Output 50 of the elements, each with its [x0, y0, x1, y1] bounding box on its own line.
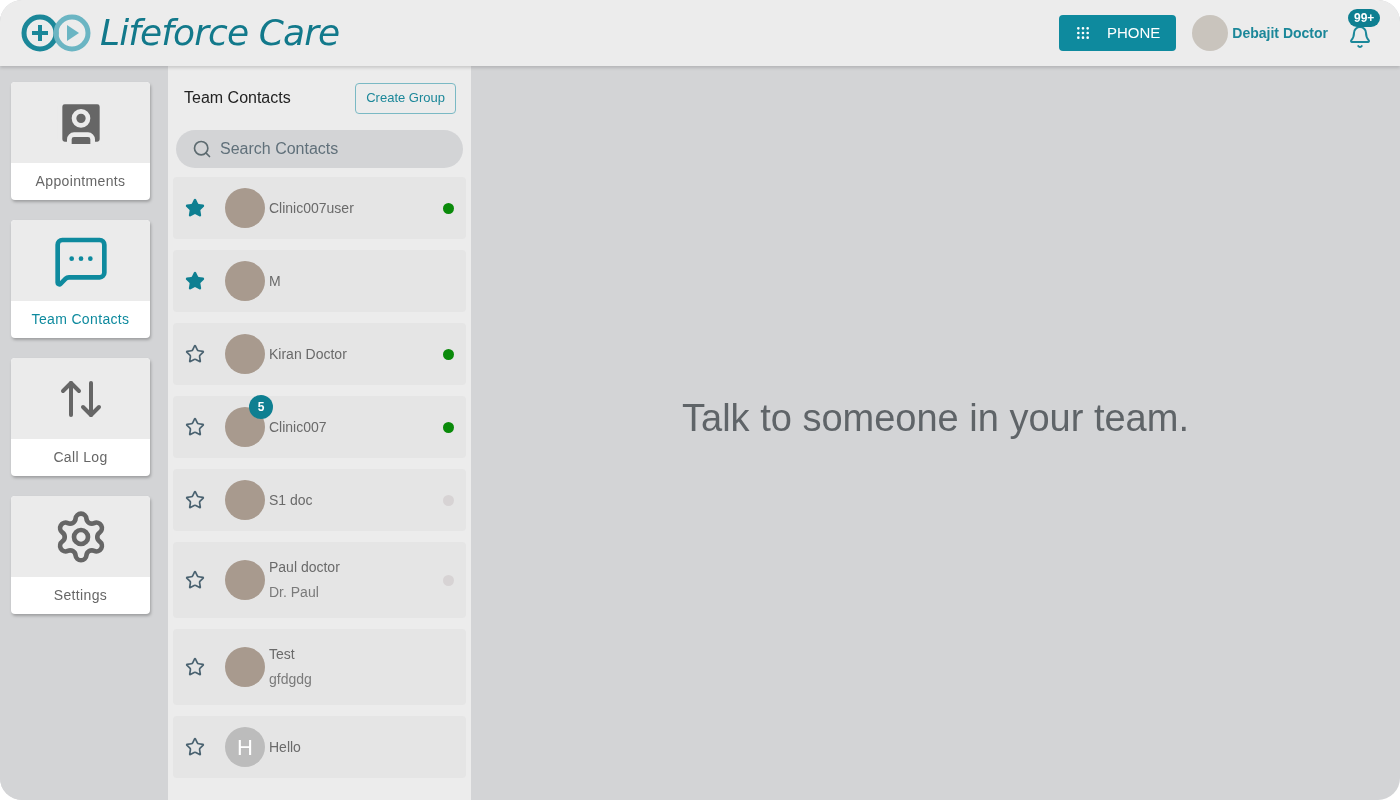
contact-row[interactable]: Paul doctor Dr. Paul [173, 542, 466, 618]
contact-name: M [269, 271, 281, 291]
contact-name: Kiran Doctor [269, 344, 347, 364]
contact-name: Test [269, 645, 296, 664]
search-field[interactable]: Search Contacts [176, 130, 463, 168]
empty-state-message: Talk to someone in your team. [682, 395, 1189, 441]
logo-icon [20, 13, 92, 53]
favorite-star-icon[interactable] [185, 737, 205, 757]
nav-item[interactable]: Appointments [11, 82, 150, 200]
user-name[interactable]: Debajit Doctor [1232, 22, 1328, 44]
favorite-star-icon[interactable] [185, 490, 205, 510]
contact-row[interactable]: S1 doc [173, 469, 466, 531]
contact-name: Hello [269, 737, 301, 757]
favorite-star-icon[interactable] [185, 344, 205, 364]
avatar-placeholder [225, 261, 265, 301]
phone-button[interactable]: PHONE [1058, 15, 1177, 51]
avatar-placeholder [225, 334, 265, 374]
contact-name: Clinic007user [269, 198, 354, 218]
contact-subtitle: Dr. Paul [269, 583, 320, 602]
initial-avatar: H [225, 727, 265, 767]
nav-item[interactable]: Settings [11, 496, 150, 614]
contact-subtitle: gfdgdg [269, 670, 312, 689]
contact-row[interactable]: 5 Clinic007 [173, 396, 466, 458]
nav-item[interactable]: Team Contacts [11, 220, 150, 338]
contact-row[interactable]: M [173, 250, 466, 312]
favorite-star-icon[interactable] [185, 198, 205, 218]
dialpad-icon [1074, 25, 1091, 41]
nav-item[interactable]: Call Log [11, 358, 150, 476]
create-group-button[interactable]: Create Group [355, 82, 456, 114]
notification-badge: 99+ [1348, 9, 1381, 27]
contact-name: Paul doctor [269, 558, 340, 577]
favorite-star-icon[interactable] [185, 657, 205, 677]
brand-name: Lifeforce Care [100, 11, 340, 55]
panel-title: Team Contacts [184, 88, 291, 108]
contact-row[interactable]: H Hello [173, 716, 466, 778]
avatar-placeholder [225, 560, 265, 600]
search-icon [192, 139, 212, 159]
avatar-placeholder [225, 647, 265, 687]
contact-row[interactable]: Kiran Doctor [173, 323, 466, 385]
avatar-placeholder [225, 188, 265, 228]
favorite-star-icon[interactable] [185, 271, 205, 291]
contact-name: S1 doc [269, 490, 313, 510]
favorite-star-icon[interactable] [185, 570, 205, 590]
notification-bell-icon[interactable] [1348, 25, 1372, 49]
contact-name: Clinic007 [269, 417, 327, 437]
contact-row[interactable]: Test gfdgdg [173, 629, 466, 705]
favorite-star-icon[interactable] [185, 417, 205, 437]
unread-badge: 5 [249, 395, 273, 419]
avatar-placeholder [225, 480, 265, 520]
contact-row[interactable]: Clinic007user [173, 177, 466, 239]
